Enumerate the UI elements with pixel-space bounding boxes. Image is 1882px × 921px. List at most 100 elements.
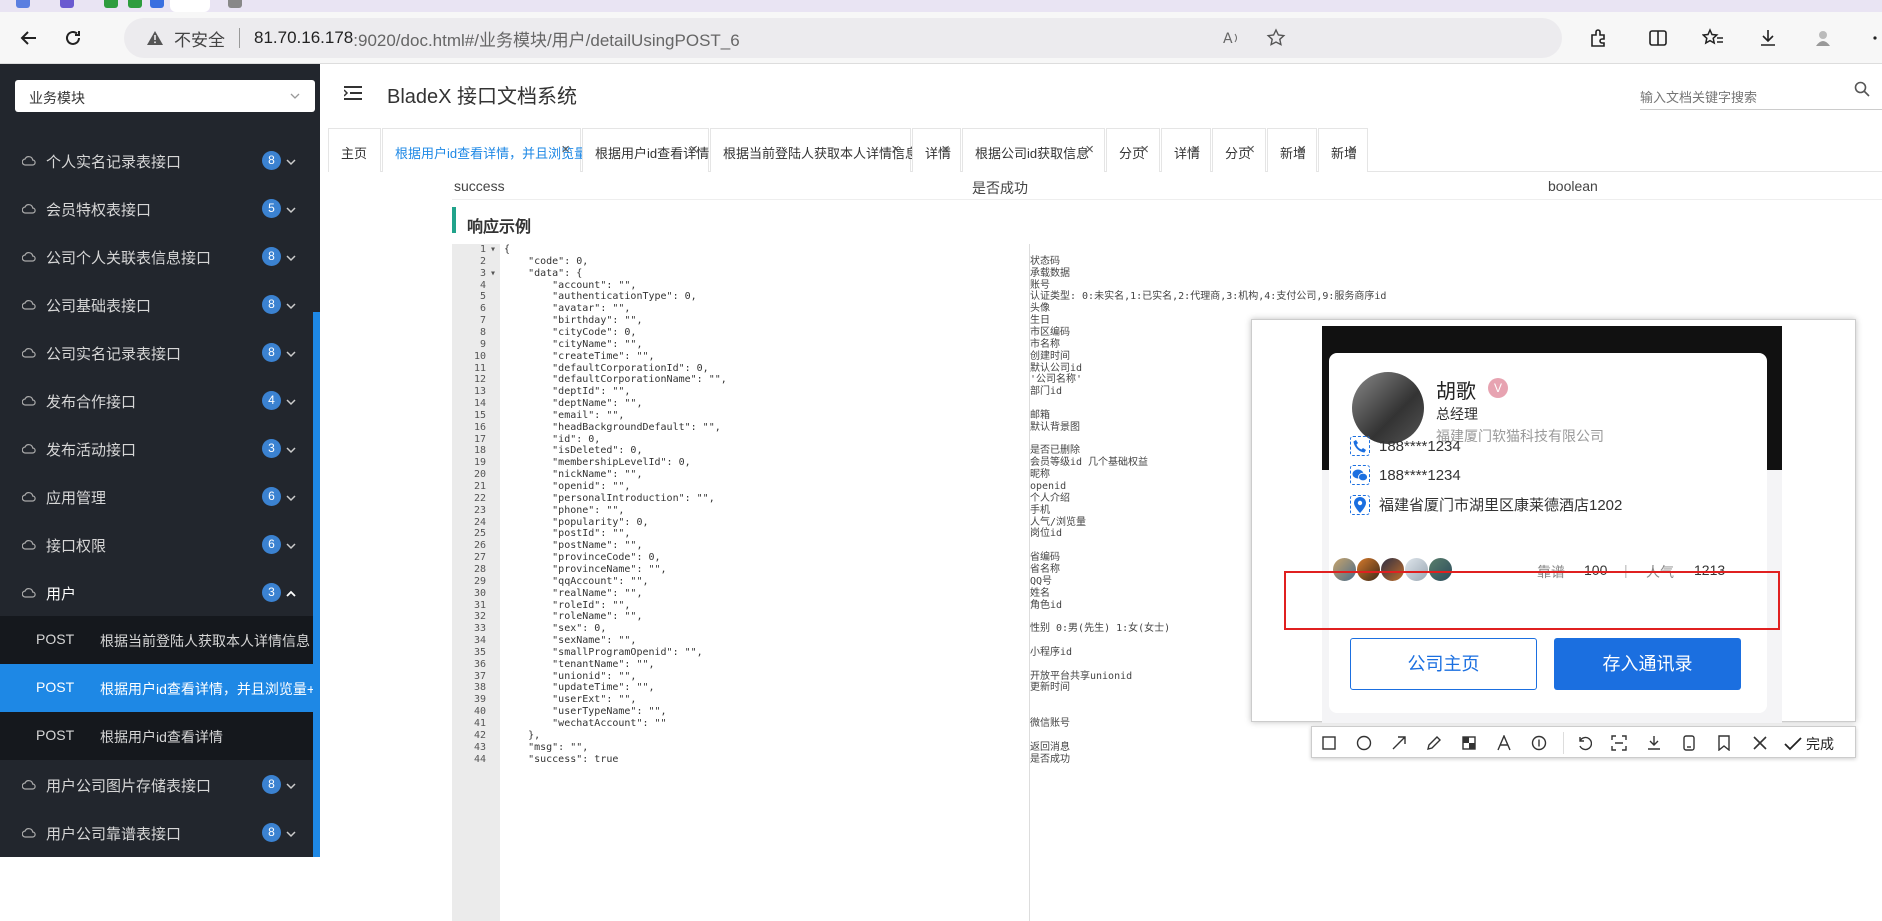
- tab-favicon[interactable]: [16, 0, 30, 8]
- doc-tab[interactable]: 新增 ×: [1267, 128, 1317, 172]
- reload-button[interactable]: [60, 25, 86, 51]
- close-icon[interactable]: ×: [1348, 141, 1357, 158]
- sidebar-item[interactable]: 应用管理 6: [0, 472, 313, 520]
- code-line: "tenantName": "",: [504, 658, 655, 670]
- line-number: 25: [473, 528, 486, 540]
- line-number: 42: [473, 729, 486, 741]
- favorite-star-icon[interactable]: [1266, 28, 1286, 51]
- pen-tool-icon[interactable]: [1423, 732, 1445, 754]
- split-screen-icon[interactable]: [1645, 25, 1671, 51]
- pin-to-phone-icon[interactable]: [1678, 732, 1700, 754]
- tab-favicon[interactable]: [228, 0, 242, 8]
- back-arrow-icon: [20, 31, 36, 45]
- sidebar-scrollbar[interactable]: [313, 312, 320, 857]
- close-icon[interactable]: ×: [1085, 141, 1094, 158]
- doc-tab[interactable]: 分页 ×: [1212, 128, 1266, 172]
- line-number: 19: [473, 457, 486, 469]
- sidebar-item[interactable]: 用户公司图片存储表接口 8: [0, 760, 313, 808]
- doc-tab[interactable]: 根据用户id查看详情 ×: [582, 128, 709, 172]
- sidebar-item-label: 用户: [46, 586, 77, 603]
- close-icon[interactable]: ×: [1246, 141, 1255, 158]
- browser-tab-active[interactable]: [170, 0, 210, 12]
- module-select[interactable]: 业务模块: [15, 80, 315, 112]
- close-icon[interactable]: ×: [941, 141, 950, 158]
- sidebar-item[interactable]: 用户 3: [0, 568, 313, 616]
- sidebar-item[interactable]: 公司个人关联表信息接口 8: [0, 232, 313, 280]
- doc-tab[interactable]: 详情 ×: [912, 128, 961, 172]
- tab-favicon[interactable]: [60, 0, 74, 8]
- doc-tab[interactable]: 分页 ×: [1106, 128, 1160, 172]
- cloud-icon: [21, 346, 36, 363]
- module-select-value: 业务模块: [29, 90, 85, 106]
- download-icon[interactable]: [1755, 25, 1781, 51]
- code-line: "authenticationType": 0,: [504, 291, 697, 303]
- screenshot-capture[interactable]: 胡歌 V 总经理 福建厦门软猫科技有限公司 188****1234 188***…: [1251, 319, 1856, 723]
- count-badge: 3: [262, 439, 281, 458]
- close-icon[interactable]: ×: [561, 141, 570, 158]
- extensions-icon[interactable]: [1585, 25, 1611, 51]
- doc-tab[interactable]: 根据公司id获取信息 ×: [962, 128, 1105, 172]
- api-endpoint-item[interactable]: POST 根据用户id查看详情，并且浏览量+1: [0, 664, 313, 712]
- sidebar-item[interactable]: 个人实名记录表接口 8: [0, 136, 313, 184]
- sidebar-item[interactable]: 接口权限 6: [0, 520, 313, 568]
- doc-tab[interactable]: 根据用户id查看详情，并且浏览量+1 ×: [382, 128, 602, 172]
- code-comment: 是否已删除: [1030, 445, 1080, 457]
- save-image-icon[interactable]: [1643, 732, 1665, 754]
- address-bar[interactable]: 不安全 81.70.16.178:9020/doc.html#/业务模块/用户/…: [124, 18, 1562, 58]
- sidebar-item-label: 发布活动接口: [46, 442, 137, 459]
- number-tool-icon[interactable]: [1528, 732, 1550, 754]
- line-number: 30: [473, 587, 486, 599]
- tab-favicon[interactable]: [150, 0, 164, 8]
- sidebar-item[interactable]: 公司实名记录表接口 8: [0, 328, 313, 376]
- sidebar-item[interactable]: 发布合作接口 4: [0, 376, 313, 424]
- sidebar-item[interactable]: 发布活动接口 3: [0, 424, 313, 472]
- back-button[interactable]: [16, 25, 42, 51]
- done-button[interactable]: 完成: [1784, 734, 1834, 754]
- tab-favicon[interactable]: [104, 0, 118, 8]
- not-secure-label[interactable]: 不安全: [174, 26, 225, 51]
- read-aloud-icon[interactable]: A: [1222, 28, 1242, 51]
- tab-favicon[interactable]: [128, 0, 142, 8]
- company-home-button[interactable]: 公司主页: [1350, 638, 1537, 690]
- mosaic-tool-icon[interactable]: [1458, 732, 1480, 754]
- code-comment: 更新时间: [1030, 682, 1070, 694]
- sidebar-item[interactable]: 用户公司靠谱表接口 8: [0, 808, 313, 856]
- line-number: 1: [479, 244, 486, 255]
- code-line: "provinceCode": 0,: [504, 552, 661, 564]
- code-line: "smallProgramOpenid": "",: [504, 646, 703, 658]
- count-badge: 3: [262, 583, 281, 602]
- arrow-tool-icon[interactable]: [1388, 732, 1410, 754]
- more-menu-icon[interactable]: [1856, 25, 1882, 51]
- cloud-icon: [21, 826, 36, 843]
- menu-toggle-icon[interactable]: [343, 85, 362, 104]
- ellipse-tool-icon[interactable]: [1353, 732, 1375, 754]
- profile-avatar-icon[interactable]: [1810, 25, 1836, 51]
- rectangle-tool-icon[interactable]: [1318, 732, 1340, 754]
- line-number: 33: [473, 623, 486, 635]
- ocr-icon[interactable]: [1608, 732, 1630, 754]
- favorites-icon[interactable]: [1700, 25, 1726, 51]
- close-icon[interactable]: ×: [689, 141, 698, 158]
- bookmark-icon[interactable]: [1713, 732, 1735, 754]
- doc-tab[interactable]: 详情 ×: [1161, 128, 1211, 172]
- doc-tab[interactable]: 根据当前登陆人获取本人详情信息 ×: [710, 128, 918, 172]
- close-icon[interactable]: ×: [1191, 141, 1200, 158]
- sidebar-item[interactable]: 公司基础表接口 8: [0, 280, 313, 328]
- undo-icon[interactable]: [1573, 732, 1595, 754]
- location-pin-icon: [1350, 494, 1370, 515]
- search-icon[interactable]: [1854, 81, 1870, 100]
- save-contact-button[interactable]: 存入通讯录: [1554, 638, 1741, 690]
- doc-search-input[interactable]: [1640, 80, 1882, 110]
- code-comment: openid: [1030, 481, 1067, 492]
- api-endpoint-item[interactable]: POST 根据用户id查看详情: [0, 712, 313, 760]
- close-icon[interactable]: ×: [891, 141, 900, 158]
- api-endpoint-item[interactable]: POST 根据当前登陆人获取本人详情信息: [0, 616, 313, 664]
- endpoint-label: 根据当前登陆人获取本人详情信息: [100, 633, 310, 649]
- close-icon[interactable]: ×: [1297, 141, 1306, 158]
- doc-tab[interactable]: 新增 ×: [1318, 128, 1368, 172]
- sidebar-item[interactable]: 会员特权表接口 5: [0, 184, 313, 232]
- tab-home[interactable]: 主页: [328, 128, 381, 172]
- close-icon[interactable]: ×: [1140, 141, 1149, 158]
- text-tool-icon[interactable]: [1493, 732, 1515, 754]
- close-icon[interactable]: [1749, 732, 1771, 754]
